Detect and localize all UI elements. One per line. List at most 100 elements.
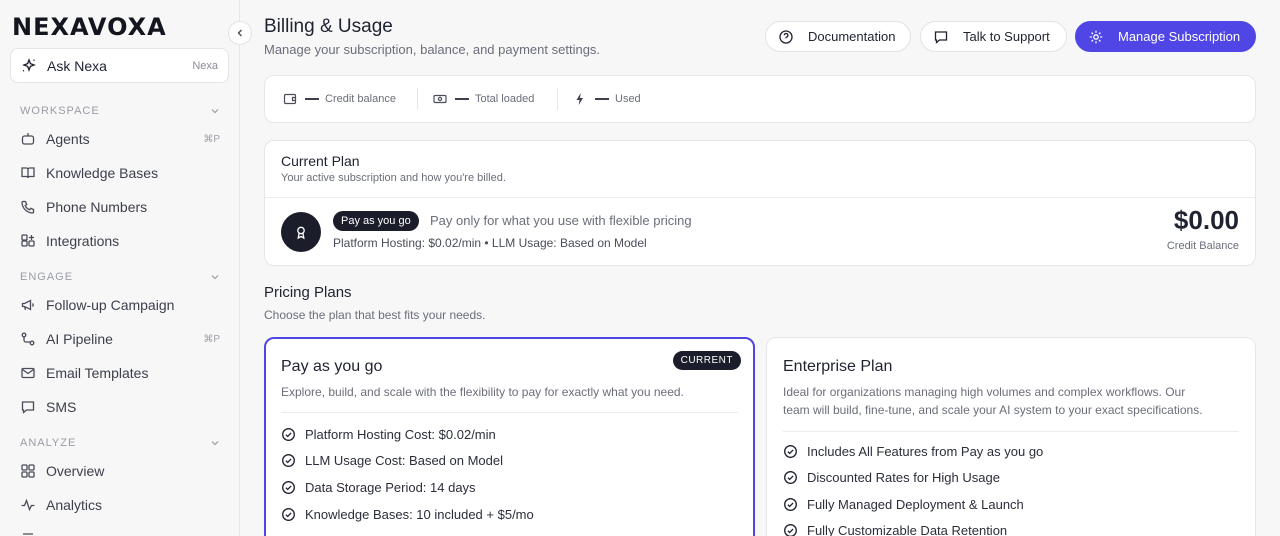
- check-circle-icon: [282, 454, 295, 467]
- credit-balance-label: Credit Balance: [1166, 240, 1239, 252]
- ask-nexa-button[interactable]: Ask Nexa Nexa: [10, 48, 229, 83]
- message-icon: [21, 401, 35, 414]
- page-title: Billing & Usage: [264, 16, 393, 37]
- sidebar-item-label: Agents: [46, 131, 90, 147]
- sidebar-item-email-templates[interactable]: Email Templates: [20, 361, 220, 385]
- divider: [281, 412, 738, 413]
- pricing-plans-title: Pricing Plans: [264, 284, 352, 301]
- check-circle-icon: [282, 481, 295, 494]
- sidebar-item-label: AI Pipeline: [46, 331, 113, 347]
- list-icon: [23, 533, 33, 535]
- section-analyze[interactable]: ANALYZE: [20, 437, 220, 449]
- sidebar-item-label: Email Templates: [46, 365, 149, 381]
- talk-to-support-label: Talk to Support: [963, 29, 1050, 44]
- feature-item: Fully Customizable Data Retention: [783, 523, 1007, 536]
- shortcut-hint: ⌘P: [203, 333, 220, 345]
- plan-card-enterprise[interactable]: Enterprise Plan Ideal for organizations …: [766, 337, 1256, 536]
- agent-icon: [21, 133, 35, 145]
- help-circle-icon: [779, 29, 793, 44]
- sidebar-item-label: Overview: [46, 463, 105, 479]
- feature-item: LLM Usage Cost: Based on Model: [281, 453, 503, 468]
- main-content: Billing & Usage Manage your subscription…: [240, 0, 1280, 536]
- feature-item: Platform Hosting Cost: $0.02/min: [281, 427, 496, 442]
- section-engage[interactable]: ENGAGE: [20, 271, 220, 283]
- book-icon: [21, 167, 35, 179]
- collapse-sidebar-button[interactable]: [228, 21, 252, 45]
- feature-text: LLM Usage Cost: Based on Model: [305, 453, 503, 468]
- sidebar-item-follow-up-campaign[interactable]: Follow-up Campaign: [20, 293, 220, 317]
- pricing-plans-subtitle: Choose the plan that best fits your need…: [264, 308, 486, 322]
- feature-text: Includes All Features from Pay as you go: [807, 444, 1044, 459]
- bolt-icon: [576, 93, 583, 105]
- sidebar-item-ai-pipeline[interactable]: AI Pipeline ⌘P: [20, 327, 220, 351]
- credit-balance-value: $0.00: [1173, 205, 1239, 235]
- stat-used: Used: [573, 76, 641, 122]
- feature-item: Fully Managed Deployment & Launch: [783, 497, 1024, 512]
- activity-icon: [21, 498, 35, 512]
- stat-label: Used: [615, 93, 641, 105]
- usage-stats-card: Credit balance Total loaded Used: [264, 75, 1256, 123]
- feature-text: Platform Hosting Cost: $0.02/min: [305, 427, 496, 442]
- current-plan-subtitle: Your active subscription and how you're …: [281, 172, 506, 184]
- stat-value-placeholder: [305, 98, 319, 100]
- chevron-down-icon: [211, 441, 219, 446]
- stat-value-placeholder: [455, 98, 469, 100]
- chevron-left-icon: [237, 29, 242, 37]
- divider: [783, 431, 1239, 432]
- wallet-icon: [283, 93, 297, 105]
- check-circle-icon: [282, 508, 295, 521]
- gear-icon: [1089, 30, 1103, 43]
- stat-label: Total loaded: [475, 93, 535, 105]
- talk-to-support-button[interactable]: Talk to Support: [920, 21, 1067, 52]
- sparkle-icon: [22, 57, 36, 72]
- documentation-button[interactable]: Documentation: [765, 21, 911, 52]
- plan-meta: Platform Hosting: $0.02/min • LLM Usage:…: [333, 236, 647, 250]
- sidebar-item-sms[interactable]: SMS: [20, 395, 220, 419]
- chevron-down-icon: [211, 275, 219, 280]
- feature-item: Knowledge Bases: 10 included + $5/mo: [281, 507, 534, 522]
- megaphone-icon: [21, 299, 34, 311]
- sidebar-item-label: Analytics: [46, 497, 103, 513]
- section-engage-label: ENGAGE: [20, 271, 74, 283]
- sidebar-item-analytics[interactable]: Analytics: [20, 493, 220, 517]
- feature-item: Data Storage Period: 14 days: [281, 480, 476, 495]
- sidebar-item-overview[interactable]: Overview: [20, 459, 220, 483]
- current-plan-title: Current Plan: [281, 153, 360, 169]
- grid-icon: [21, 464, 35, 478]
- current-plan-card: Current Plan Your active subscription an…: [264, 140, 1256, 266]
- check-circle-icon: [784, 471, 797, 484]
- phone-icon: [21, 200, 35, 214]
- plan-description: Pay only for what you use with flexible …: [430, 213, 692, 228]
- feature-item: Includes All Features from Pay as you go: [783, 444, 1043, 459]
- stat-total-loaded: Total loaded: [433, 76, 534, 122]
- sidebar-item-knowledge-bases[interactable]: Knowledge Bases: [20, 161, 220, 185]
- plan-card-pay-as-you-go[interactable]: CURRENT Pay as you go Explore, build, an…: [264, 337, 755, 536]
- plan-card-title: Enterprise Plan: [783, 358, 893, 375]
- ask-nexa-tag: Nexa: [192, 59, 218, 72]
- message-square-icon: [934, 30, 948, 44]
- sidebar-item-label: SMS: [46, 399, 77, 415]
- sidebar-item-phone-numbers[interactable]: Phone Numbers: [20, 195, 220, 219]
- sidebar-item-label: Phone Numbers: [46, 199, 148, 215]
- plan-badge: Pay as you go: [333, 211, 419, 231]
- sidebar-item-agents[interactable]: Agents ⌘P: [20, 127, 220, 151]
- divider: [557, 88, 558, 110]
- integrations-icon: [21, 234, 35, 247]
- manage-subscription-button[interactable]: Manage Subscription: [1075, 21, 1256, 52]
- check-circle-icon: [784, 445, 797, 458]
- plan-card-description-line1: Ideal for organizations managing high vo…: [783, 385, 1186, 399]
- plan-card-title: Pay as you go: [281, 358, 383, 375]
- chevron-down-icon: [211, 109, 219, 114]
- sidebar-item-integrations[interactable]: Integrations: [20, 229, 220, 253]
- pipeline-icon: [21, 332, 35, 346]
- logo: NEXAVOXA: [12, 13, 167, 41]
- sidebar-item-partial[interactable]: [20, 526, 220, 536]
- feature-text: Fully Customizable Data Retention: [807, 523, 1008, 536]
- sidebar-item-label: Knowledge Bases: [46, 165, 159, 181]
- check-circle-icon: [784, 524, 797, 536]
- sidebar: NEXAVOXA Ask Nexa Nexa WORKSPACE Agents …: [0, 0, 240, 536]
- plan-card-description: Explore, build, and scale with the flexi…: [281, 385, 684, 399]
- current-plan-tag: CURRENT: [672, 351, 741, 370]
- stat-credit-balance: Credit balance: [283, 76, 396, 122]
- section-workspace[interactable]: WORKSPACE: [20, 105, 220, 117]
